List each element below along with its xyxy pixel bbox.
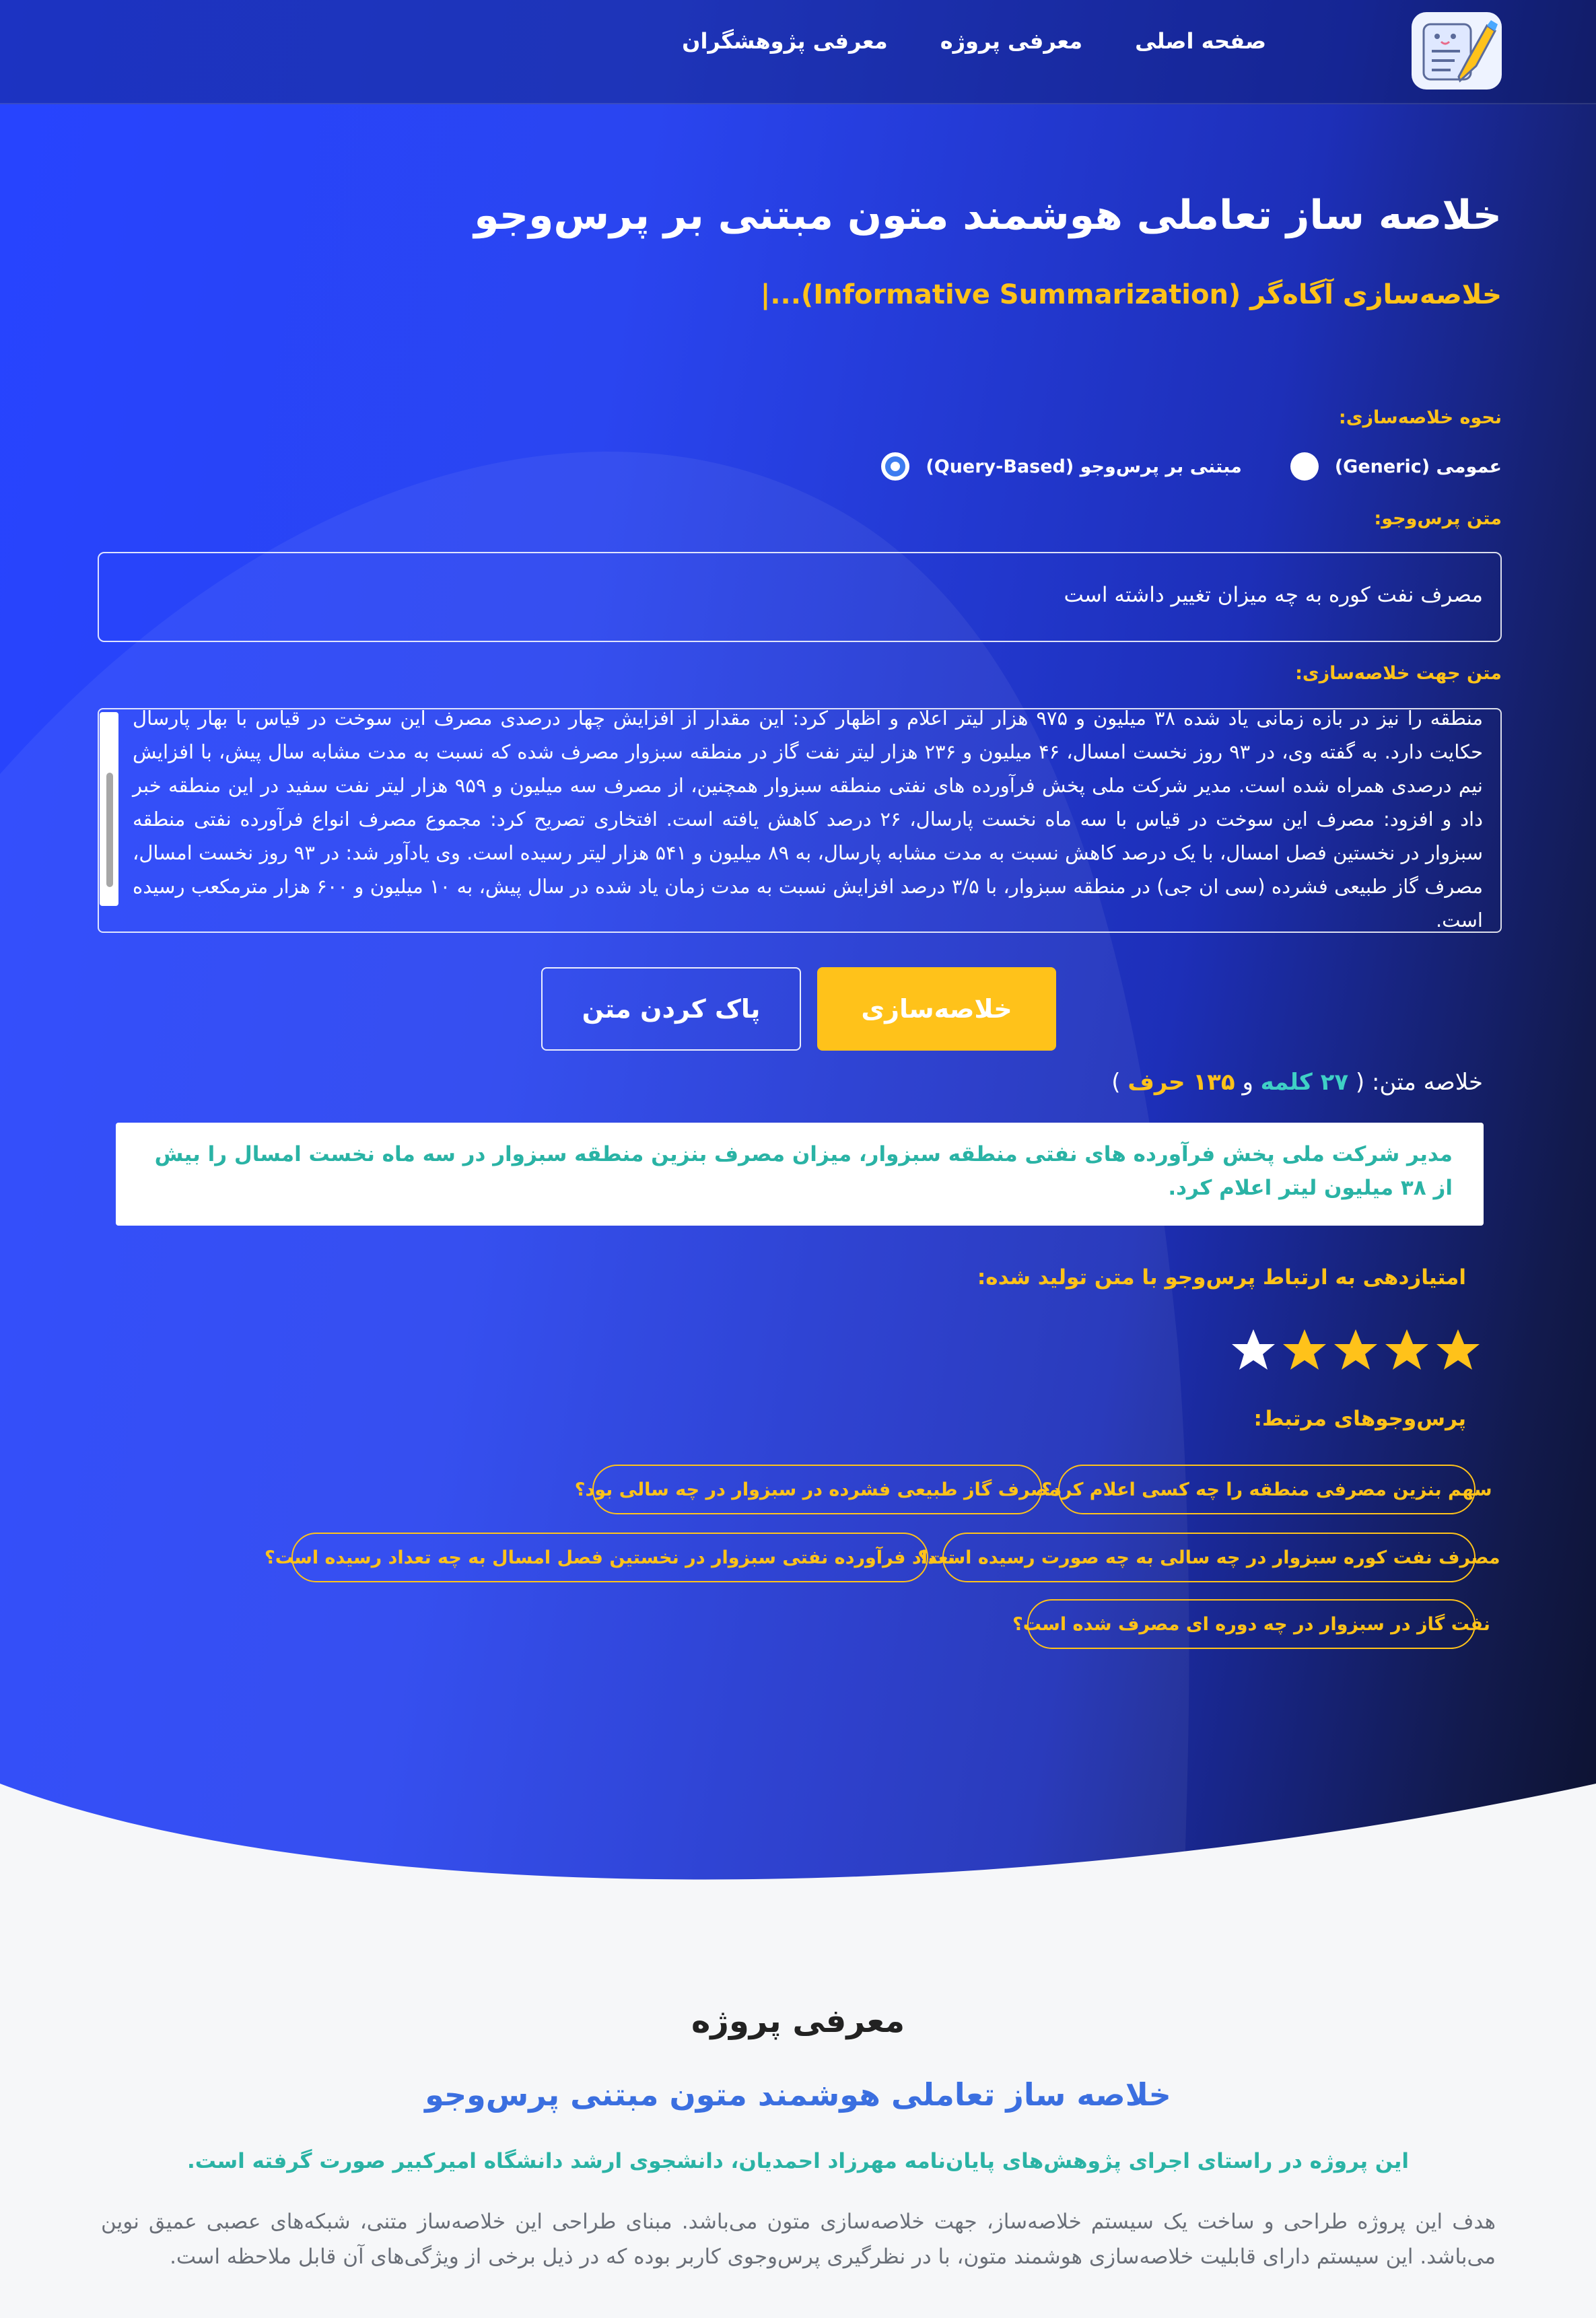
query-label: متن پرس‌وجو: <box>1374 508 1502 529</box>
summary-prefix: خلاصه متن: ( <box>1355 1069 1483 1096</box>
logo-icon[interactable] <box>1412 12 1502 90</box>
page-title: خلاصه ساز تعاملی هوشمند متون مبتنی بر پر… <box>474 192 1502 239</box>
related-query-chip[interactable]: مصرف گاز طبیعی فشرده در سبزوار در چه سال… <box>575 1465 1060 1514</box>
text-input-content: منطقه را نیز در بازه زمانی یاد شده ۳۸ می… <box>133 708 1484 932</box>
mode-generic-label[interactable]: عمومی (Generic) <box>1335 456 1502 477</box>
summary-and: و <box>1242 1069 1253 1096</box>
summary-output: مدیر شرکت ملی پخش فرآورده های نفتی منطقه… <box>116 1123 1484 1226</box>
related-query-chip[interactable]: تعداد فرآورده نفتی سبزوار در نخستین فصل … <box>265 1533 955 1582</box>
summary-word-count: ۲۷ کلمه <box>1260 1069 1349 1096</box>
summarize-button[interactable]: خلاصه‌سازی <box>817 967 1056 1051</box>
hero-wave <box>0 1784 1596 1885</box>
related-query-chip[interactable]: مصرف نفت کوره سبزوار در چه سالی به چه صو… <box>917 1533 1500 1582</box>
related-query-chip[interactable]: نفت گاز در سبزوار در چه دوره ای مصرف شده… <box>1012 1599 1490 1649</box>
scrollbar-thumb[interactable] <box>106 773 113 887</box>
star-icon[interactable] <box>1281 1327 1328 1374</box>
nav-link-home[interactable]: صفحه اصلی <box>1135 28 1266 54</box>
mode-query-radio[interactable] <box>881 452 910 481</box>
mode-radio-group: عمومی (Generic) مبتنی بر پرس‌وجو (Query-… <box>881 452 1502 481</box>
intro-title: معرفی پروژه <box>691 2002 905 2040</box>
query-input[interactable]: مصرف نفت کوره به چه میزان تغییر داشته اس… <box>98 552 1502 642</box>
star-icon[interactable] <box>1332 1327 1379 1374</box>
navbar: صفحه اصلی معرفی پروژه معرفی پژوهشگران <box>0 0 1596 104</box>
mode-generic-radio[interactable] <box>1290 452 1319 481</box>
nav-link-project[interactable]: معرفی پروژه <box>940 28 1082 54</box>
star-icon[interactable] <box>1434 1327 1482 1374</box>
rating-label: امتیازدهی به ارتباط پرس‌وجو با متن تولید… <box>977 1265 1466 1290</box>
page-subtitle: خلاصه‌سازی آگاه‌گر (Informative Summariz… <box>760 279 1502 310</box>
related-label: پرس‌وجوهای مرتبط: <box>1253 1407 1466 1431</box>
text-scrollbar[interactable] <box>100 712 118 906</box>
star-icon[interactable] <box>1230 1327 1277 1374</box>
intro-subtitle: خلاصه ساز تعاملی هوشمند متون مبتنی پرس‌و… <box>425 2076 1171 2113</box>
clear-button[interactable]: پاک کردن متن <box>541 967 801 1051</box>
nav-link-researchers[interactable]: معرفی پژوهشگران <box>682 28 888 54</box>
related-query-chip[interactable]: سهم بنزین مصرفی منطقه را چه کسی اعلام کر… <box>1041 1465 1492 1514</box>
text-input[interactable]: منطقه را نیز در بازه زمانی یاد شده ۳۸ می… <box>98 708 1502 933</box>
star-rating <box>1230 1327 1482 1374</box>
summary-meta: خلاصه متن: ( ۲۷ کلمه و ۱۳۵ حرف ) <box>1111 1069 1483 1096</box>
summary-char-count: ۱۳۵ حرف <box>1127 1069 1235 1096</box>
star-icon[interactable] <box>1383 1327 1430 1374</box>
text-label: متن جهت خلاصه‌سازی: <box>1295 663 1502 684</box>
mode-query-label[interactable]: مبتنی بر پرس‌وجو (Query-Based) <box>926 456 1241 477</box>
nav-links: صفحه اصلی معرفی پروژه معرفی پژوهشگران <box>682 28 1266 54</box>
summary-suffix: ) <box>1111 1069 1121 1096</box>
intro-body: هدف این پروژه طراحی و ساخت یک سیستم خلاص… <box>101 2210 1496 2269</box>
intro-note: این پروژه در راستای اجرای پژوهش‌های پایا… <box>187 2149 1409 2173</box>
mode-label: نحوه خلاصه‌سازی: <box>1338 407 1502 428</box>
